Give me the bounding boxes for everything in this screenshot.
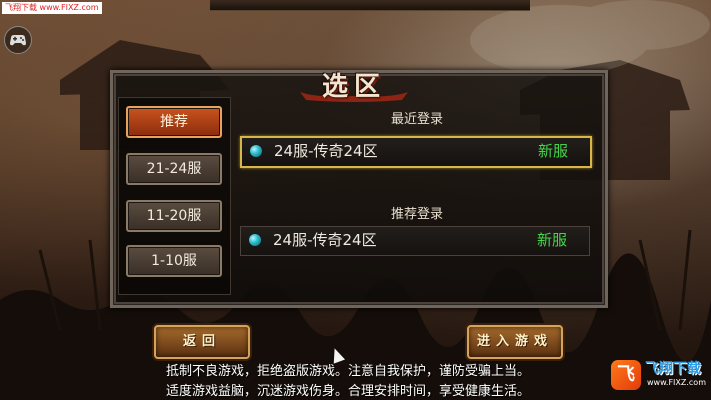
server-status-orb-icon xyxy=(249,234,261,246)
recent-server-row[interactable]: 24服-传奇24区 新服 xyxy=(240,136,592,168)
server-name: 24服-传奇24区 xyxy=(274,142,378,160)
panel-title-plate: 选区 xyxy=(296,62,412,102)
tab-21-24[interactable]: 21-24服 xyxy=(126,153,222,185)
tab-11-20[interactable]: 11-20服 xyxy=(126,200,222,232)
enter-game-button[interactable]: 进入游戏 xyxy=(467,325,563,359)
site-logo: 飞 飞翔下载 www.FIXZ.com xyxy=(611,356,707,396)
server-status-badge: 新服 xyxy=(536,231,567,249)
tab-1-10[interactable]: 1-10服 xyxy=(126,245,222,277)
server-status-badge: 新服 xyxy=(537,142,568,160)
panel-title: 选区 xyxy=(321,72,386,102)
site-logo-name: 飞翔下载 xyxy=(645,361,701,377)
server-name: 24服-传奇24区 xyxy=(273,231,377,249)
site-logo-url: www.FIXZ.com xyxy=(647,378,706,387)
download-site-watermark: 飞翔下载 www.FIXZ.com xyxy=(2,2,102,14)
back-button[interactable]: 返回 xyxy=(154,325,250,359)
tab-recommended[interactable]: 推荐 xyxy=(126,106,222,138)
gamepad-icon[interactable] xyxy=(4,26,32,54)
server-status-orb-icon xyxy=(250,145,262,157)
recommended-server-row[interactable]: 24服-传奇24区 新服 xyxy=(240,226,590,256)
recommended-login-label: 推荐登录 xyxy=(390,207,443,222)
site-logo-mark: 飞 xyxy=(611,360,641,390)
health-notice-line-1: 抵制不良游戏，拒绝盗版游戏。注意自我保护，谨防受骗上当。 xyxy=(166,364,531,379)
top-frame-strip xyxy=(210,0,530,11)
recent-login-label: 最近登录 xyxy=(390,112,443,127)
health-notice-line-2: 适度游戏益脑，沉迷游戏伤身。合理安排时间，享受健康生活。 xyxy=(166,384,531,399)
